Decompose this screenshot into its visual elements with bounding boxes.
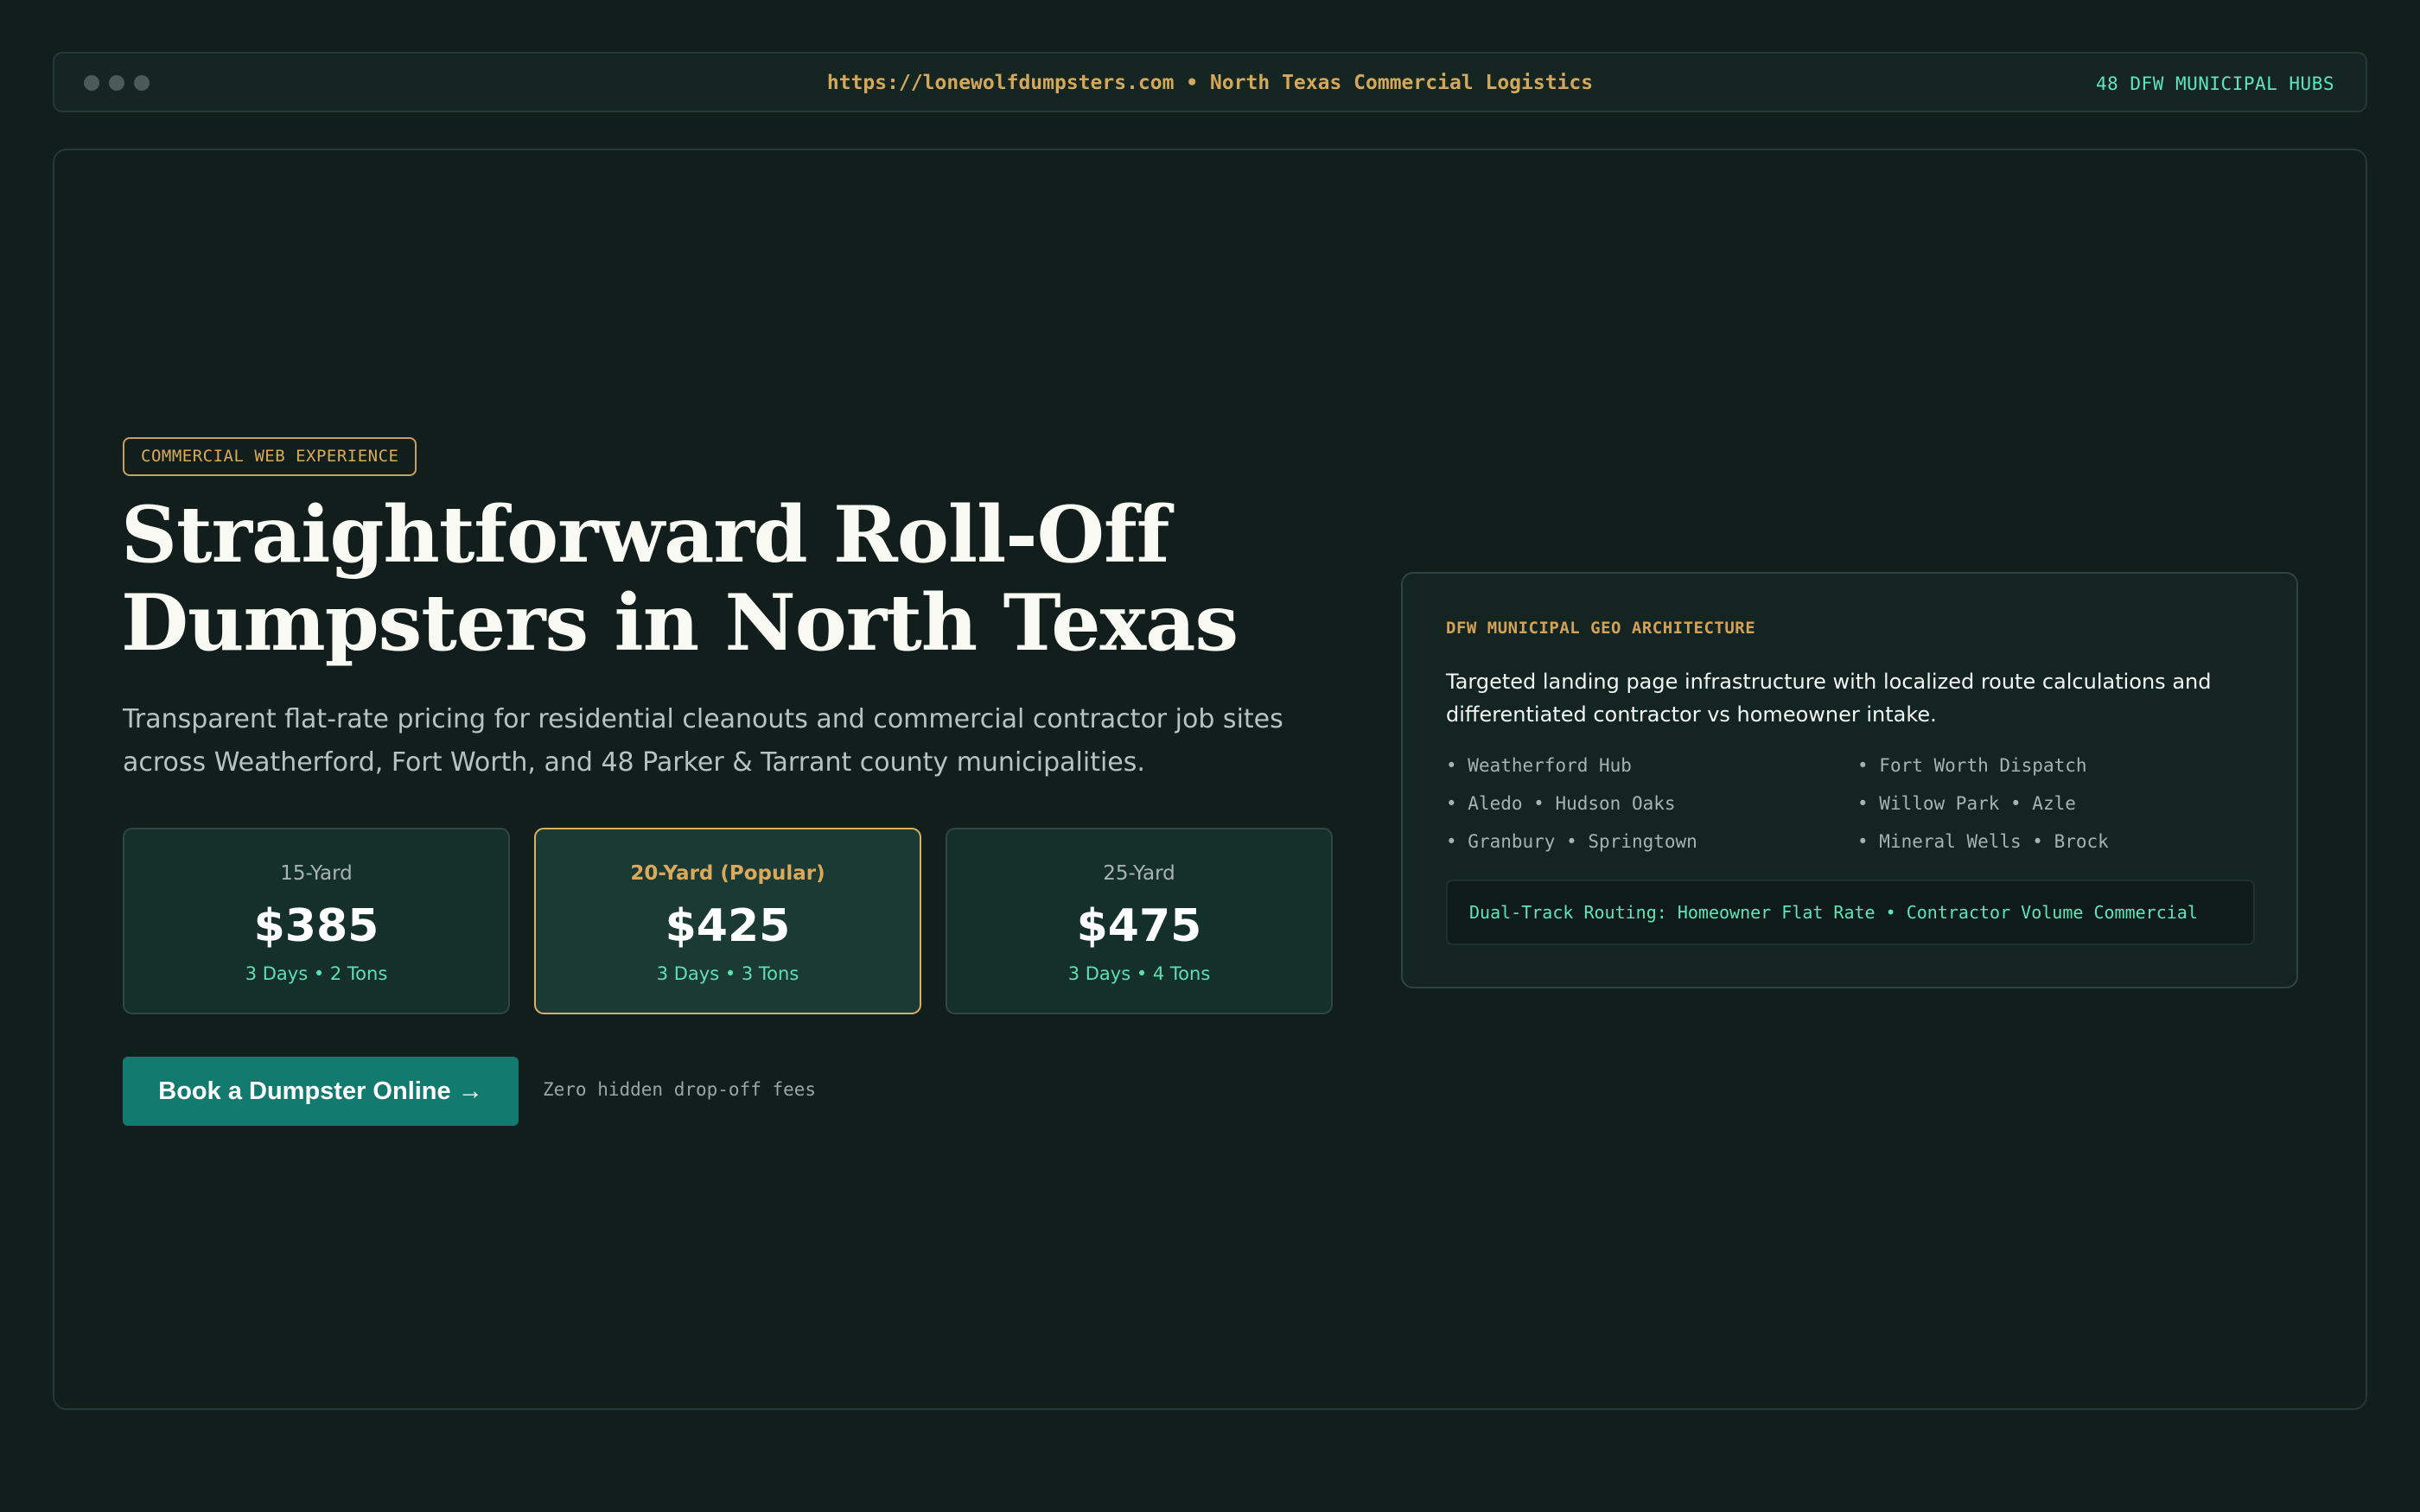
- page-title: Straightforward Roll-Off Dumpsters in No…: [121, 491, 1417, 667]
- list-item: Granbury • Springtown: [1446, 823, 1857, 861]
- category-badge: COMMERCIAL WEB EXPERIENCE: [123, 437, 417, 476]
- panel-title: DFW MUNICIPAL GEO ARCHITECTURE: [1446, 619, 1756, 638]
- pricing-card-price: $385: [253, 900, 379, 952]
- pricing-card-price: $475: [1076, 900, 1202, 952]
- pricing-card-25-yard[interactable]: 25-Yard $475 3 Days • 4 Tons: [946, 828, 1333, 1014]
- page-title-line-2: Dumpsters in North Texas: [121, 577, 1239, 669]
- list-item: Weatherford Hub: [1446, 746, 1857, 785]
- pricing-card-20-yard[interactable]: 20-Yard (Popular) $425 3 Days • 3 Tons: [534, 828, 921, 1014]
- book-dumpster-button[interactable]: Book a Dumpster Online →: [123, 1057, 519, 1126]
- hub-list: Weatherford Hub Fort Worth Dispatch Aled…: [1446, 746, 2258, 861]
- pricing-card-detail: 3 Days • 2 Tons: [245, 963, 388, 984]
- list-item: Fort Worth Dispatch: [1857, 746, 2258, 785]
- list-item: Aledo • Hudson Oaks: [1446, 785, 1857, 823]
- pricing-card-price: $425: [665, 900, 791, 952]
- geo-architecture-panel: DFW MUNICIPAL GEO ARCHITECTURE Targeted …: [1401, 572, 2298, 988]
- pricing-card-detail: 3 Days • 3 Tons: [656, 963, 799, 984]
- hubs-badge: 48 DFW MUNICIPAL HUBS: [2095, 73, 2334, 94]
- list-item: Mineral Wells • Brock: [1857, 823, 2258, 861]
- pricing-card-detail: 3 Days • 4 Tons: [1067, 963, 1211, 984]
- url-text[interactable]: https://lonewolfdumpsters.com • North Te…: [54, 68, 2366, 98]
- page-title-line-1: Straightforward Roll-Off: [121, 489, 1169, 581]
- hero-subtext: Transparent flat-rate pricing for reside…: [123, 704, 1283, 778]
- pricing-card-label: 20-Yard (Popular): [630, 862, 825, 885]
- panel-description: Targeted landing page infrastructure wit…: [1446, 670, 2212, 727]
- browser-address-bar: https://lonewolfdumpsters.com • North Te…: [53, 52, 2367, 112]
- routing-callout: Dual-Track Routing: Homeowner Flat Rate …: [1446, 880, 2255, 945]
- cta-note: Zero hidden drop-off fees: [543, 1079, 817, 1100]
- pricing-card-15-yard[interactable]: 15-Yard $385 3 Days • 2 Tons: [123, 828, 510, 1014]
- list-item: Willow Park • Azle: [1857, 785, 2258, 823]
- pricing-card-label: 15-Yard: [280, 862, 353, 885]
- pricing-card-label: 25-Yard: [1103, 862, 1175, 885]
